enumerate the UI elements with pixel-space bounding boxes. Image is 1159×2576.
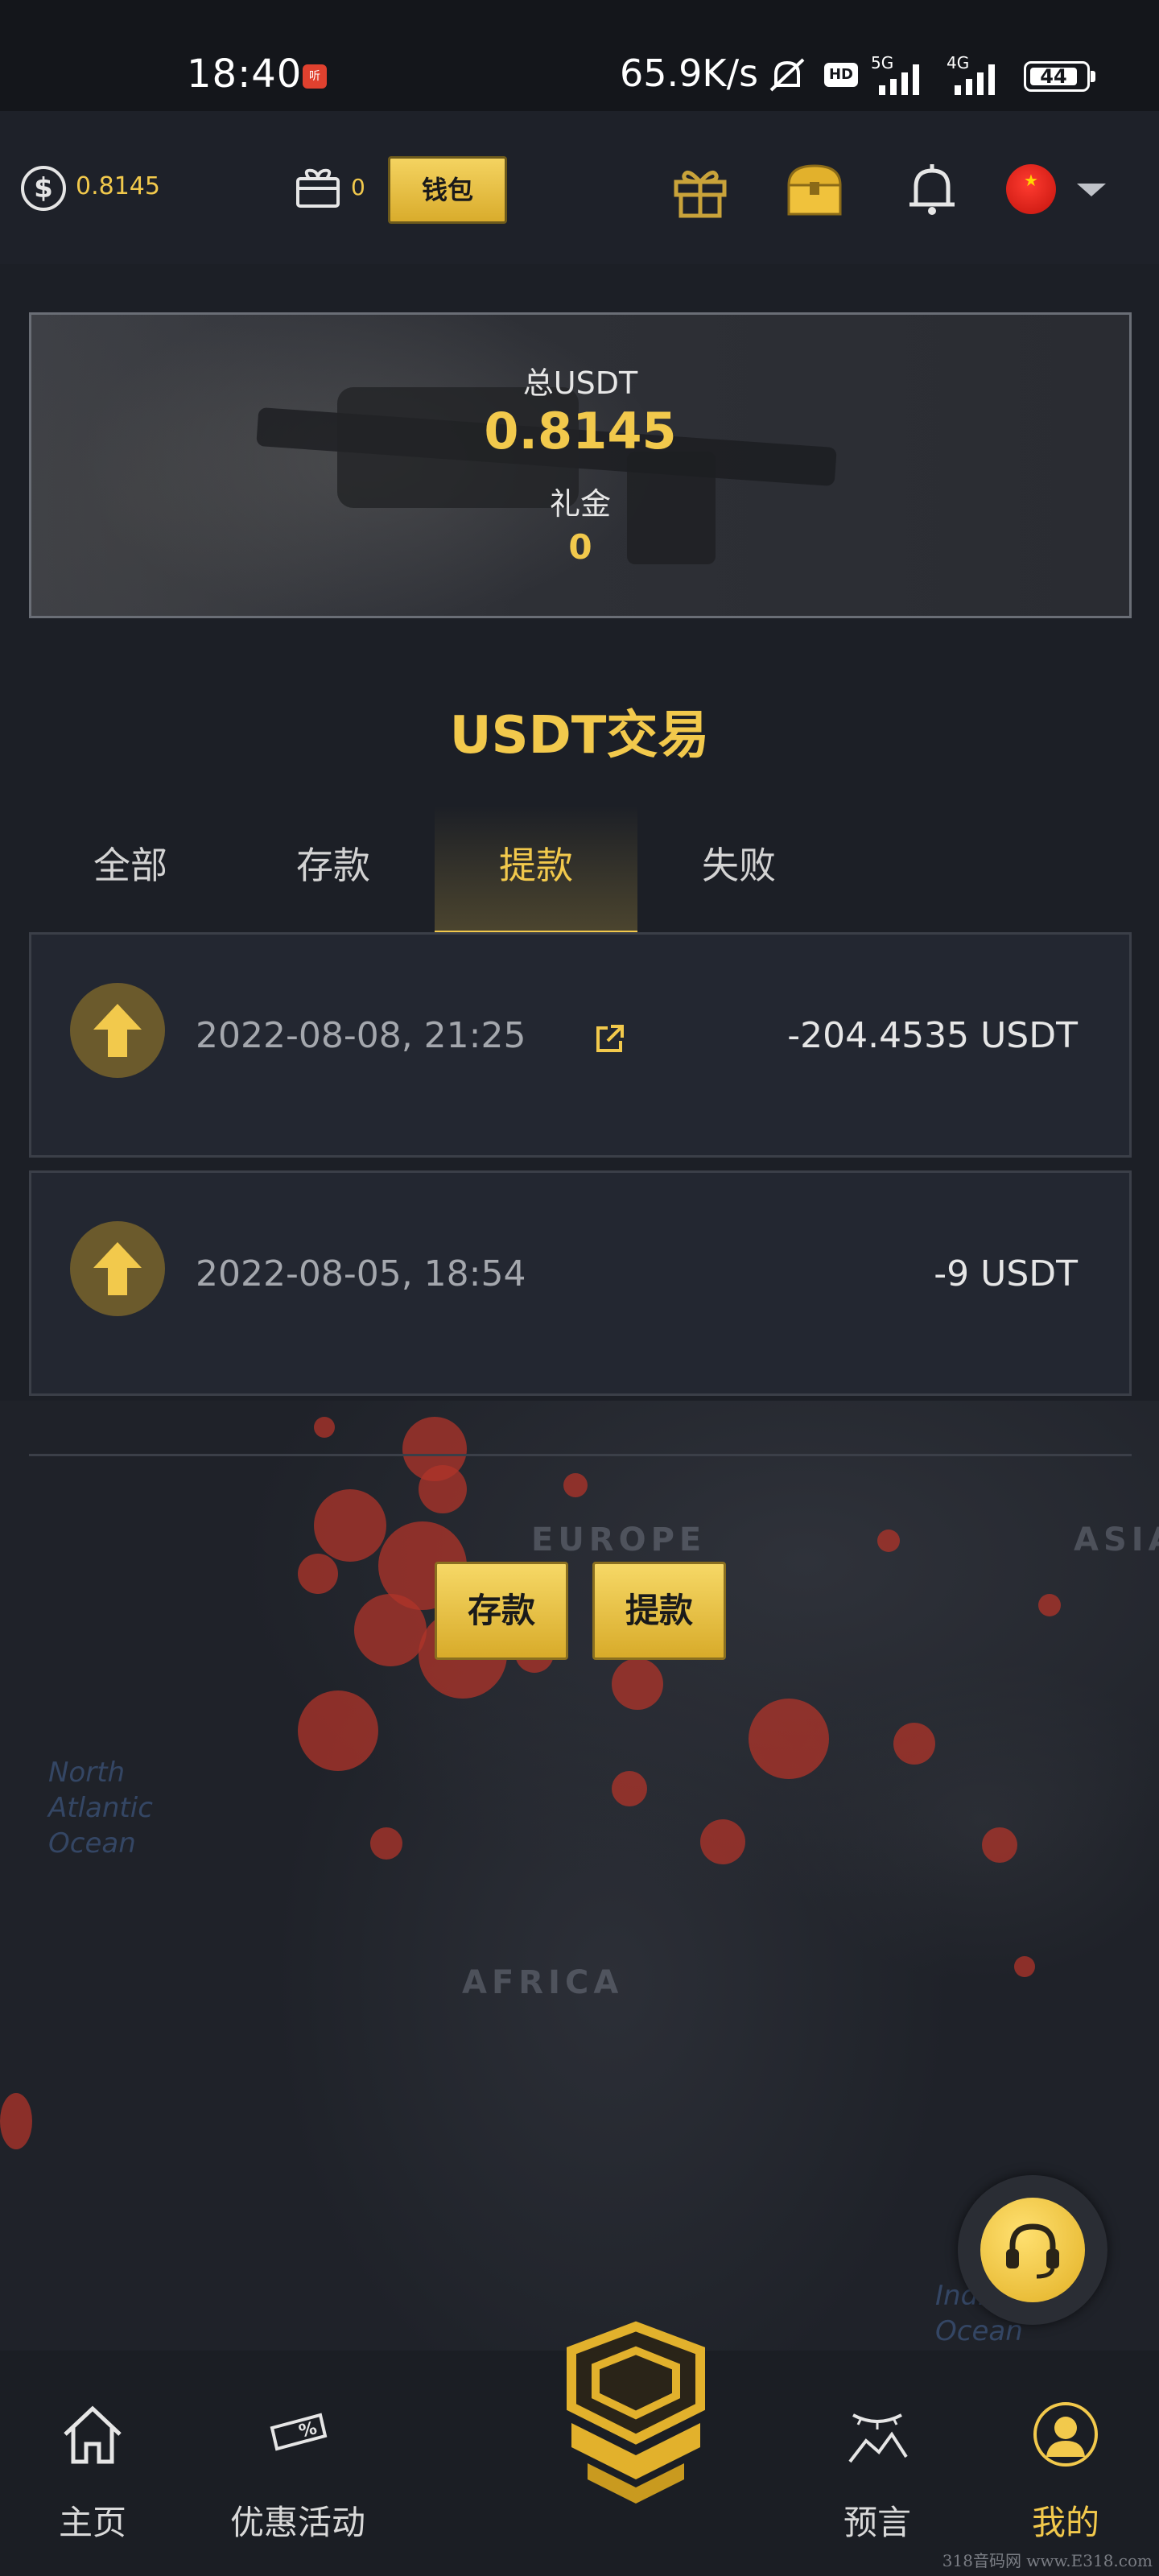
deposit-button[interactable]: 存款 <box>435 1562 568 1660</box>
header-balance: 0.8145 <box>76 172 160 200</box>
total-usdt-label: 总USDT <box>522 365 638 401</box>
nav-home[interactable]: 主页 <box>32 2351 153 2576</box>
mute-bell-icon <box>769 58 805 92</box>
wallet-button[interactable]: 钱包 <box>388 156 507 224</box>
map-dot <box>700 1819 745 1864</box>
status-bar: 18:40 听 65.9K/s HD 5G 4G 44 <box>0 0 1159 111</box>
map-dot <box>612 1658 663 1710</box>
map-dot <box>1014 1956 1035 1977</box>
transaction-date: 2022-08-08, 21:25 <box>196 1015 526 1056</box>
external-link-icon[interactable] <box>593 1022 627 1055</box>
nav-profile-label: 我的 <box>1031 2503 1099 2542</box>
treasure-chest-icon[interactable] <box>782 158 847 222</box>
ticket-percent-icon: % <box>270 2413 328 2451</box>
transaction-amount: -9 USDT <box>934 1253 1078 1294</box>
map-dot <box>982 1827 1017 1863</box>
tab-all[interactable]: 全部 <box>29 805 232 935</box>
map-dot <box>298 1554 338 1594</box>
total-usdt-value: 0.8145 <box>484 402 677 460</box>
gift-money-label: 礼金 <box>549 486 611 522</box>
ticket-icon[interactable] <box>295 166 341 209</box>
battery-icon: 44 <box>1024 61 1095 92</box>
transaction-tabs: 全部 存款 提款 失败 <box>29 805 834 935</box>
divider <box>29 1454 1132 1456</box>
gift-icon[interactable] <box>668 158 732 222</box>
hd-badge: HD <box>824 63 858 87</box>
nav-profile[interactable]: 我的 <box>1009 2351 1122 2576</box>
map-dot <box>893 1723 935 1765</box>
china-flag-icon[interactable]: ★ <box>1006 164 1056 214</box>
map-dot <box>877 1530 900 1552</box>
ticket-count: 0 <box>351 174 365 200</box>
withdraw-arrow-icon <box>70 983 165 1078</box>
signal-4g-label: 4G <box>947 53 970 72</box>
map-dot <box>370 1827 402 1860</box>
status-time: 18:40 <box>187 52 303 97</box>
network-speed: 65.9K/s <box>620 52 759 95</box>
map-label-africa: AFRICA <box>462 1964 624 2001</box>
withdraw-arrow-icon <box>70 1221 165 1316</box>
map-dot <box>563 1473 588 1497</box>
watermark-text: 318音码网 www.E318.com <box>942 2551 1153 2570</box>
customer-support-button[interactable] <box>958 2175 1107 2325</box>
map-label-asia: ASIA <box>1074 1521 1159 1558</box>
transaction-row[interactable]: 2022-08-08, 21:25 -204.4535 USDT <box>29 932 1132 1158</box>
nav-promotions-label: 优惠活动 <box>229 2503 365 2542</box>
svg-text:%: % <box>297 2418 319 2442</box>
tab-withdraw[interactable]: 提款 <box>435 805 637 935</box>
balance-card: 总USDT 0.8145 礼金 0 <box>29 312 1132 618</box>
signal-4g-icon: 4G <box>947 53 1011 97</box>
tab-failed[interactable]: 失败 <box>637 805 840 935</box>
nav-prediction-label: 预言 <box>843 2503 911 2542</box>
usdt-coin-icon: $ <box>21 166 66 211</box>
map-dot <box>749 1699 829 1779</box>
top-header: $ 0.8145 0 钱包 ★ <box>0 111 1159 264</box>
map-dot <box>314 1417 335 1438</box>
map-dot <box>298 1690 378 1771</box>
language-dropdown-icon[interactable] <box>1077 184 1106 196</box>
user-icon <box>1033 2402 1098 2467</box>
home-icon <box>64 2405 122 2464</box>
nav-prediction[interactable]: 预言 <box>821 2351 934 2576</box>
map-dot <box>612 1771 647 1806</box>
signal-5g-label: 5G <box>871 53 894 72</box>
battery-level: 44 <box>1030 67 1077 86</box>
app-notification-icon: 听 <box>303 64 327 89</box>
signal-5g-icon: 5G <box>871 53 935 97</box>
page-title: USDT交易 <box>449 706 710 766</box>
nav-home-label: 主页 <box>58 2503 126 2542</box>
notification-bell-icon[interactable] <box>900 158 964 222</box>
brand-logo-icon[interactable] <box>555 2318 716 2512</box>
headset-icon <box>980 2198 1085 2302</box>
transaction-date: 2022-08-05, 18:54 <box>196 1253 526 1294</box>
map-dot <box>1038 1594 1061 1616</box>
map-dot <box>354 1594 427 1666</box>
gift-money-value: 0 <box>568 527 592 567</box>
transaction-amount: -204.4535 USDT <box>787 1015 1078 1056</box>
map-label-north-atlantic: North Atlantic Ocean <box>48 1757 153 1860</box>
map-label-europe: EUROPE <box>531 1521 707 1558</box>
map-dot <box>0 2093 32 2149</box>
map-dot <box>419 1465 467 1513</box>
map-dot <box>314 1489 386 1562</box>
nav-promotions[interactable]: % 优惠活动 <box>217 2351 378 2576</box>
withdraw-button[interactable]: 提款 <box>592 1562 726 1660</box>
prediction-chart-icon <box>848 2413 908 2463</box>
tab-deposit[interactable]: 存款 <box>232 805 435 935</box>
transaction-row[interactable]: 2022-08-05, 18:54 -9 USDT <box>29 1170 1132 1396</box>
